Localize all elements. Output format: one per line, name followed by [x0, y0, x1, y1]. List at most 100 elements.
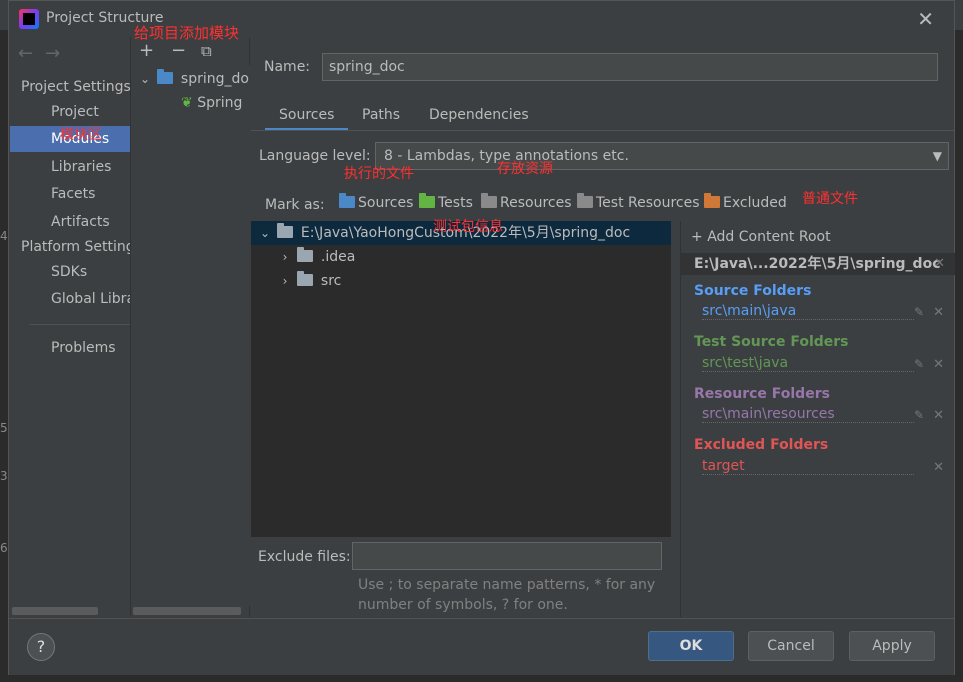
- copy-module-button[interactable]: ⧉: [201, 42, 212, 60]
- module-label: spring_doc: [180, 71, 249, 87]
- exclude-hint: Use ; to separate name patterns, * for a…: [358, 577, 656, 613]
- language-level-label: Language level:: [259, 148, 371, 164]
- gutter-number: 6: [0, 541, 8, 555]
- mark-test-resources-label: Test Resources: [596, 195, 700, 211]
- nav-item-project[interactable]: Project: [10, 99, 130, 125]
- name-label: Name:: [264, 59, 311, 75]
- resource-folder-path: src\main\resources: [702, 406, 914, 423]
- remove-icon[interactable]: ✕: [933, 305, 944, 320]
- source-folder-path: src\main\java: [702, 303, 914, 320]
- folder-label: .idea: [320, 249, 356, 265]
- nav-item-artifacts[interactable]: Artifacts: [10, 209, 130, 235]
- test-folder-path: src\test\java: [702, 355, 914, 372]
- back-forward-arrows[interactable]: ←→: [18, 43, 72, 64]
- tree-item-module[interactable]: ⌄ spring_doc: [131, 67, 249, 91]
- nav-scrollbar[interactable]: [12, 607, 98, 615]
- mark-sources-label: Sources: [358, 195, 414, 211]
- tab-divider: [251, 130, 954, 131]
- mark-tests-button[interactable]: Tests: [419, 193, 473, 211]
- tab-dependencies[interactable]: Dependencies: [415, 103, 543, 131]
- annotation-resources: 存放资源: [497, 161, 553, 177]
- annotation-plain-files: 普通文件: [802, 191, 858, 207]
- annotation-test-info: 测试包信息: [433, 219, 503, 235]
- forward-arrow-icon[interactable]: →: [45, 43, 72, 64]
- chevron-down-icon: ▼: [932, 149, 942, 163]
- close-icon[interactable]: ✕: [917, 7, 934, 31]
- back-arrow-icon[interactable]: ←: [18, 43, 45, 64]
- annotation-modules-area: 模块区: [60, 127, 102, 143]
- nav-group-platform-settings: Platform Settings: [21, 239, 142, 255]
- resource-folders-title: Resource Folders: [694, 386, 830, 402]
- nav-item-problems[interactable]: Problems: [10, 335, 130, 361]
- nav-item-global-libraries[interactable]: Global Libraries: [10, 286, 130, 312]
- remove-icon[interactable]: ✕: [933, 408, 944, 423]
- module-folder-icon: [157, 69, 174, 84]
- excluded-folder-path: target: [702, 458, 914, 475]
- add-content-root-button[interactable]: + Add Content Root: [691, 229, 831, 245]
- chevron-down-icon[interactable]: ⌄: [137, 67, 153, 91]
- gutter-number: 3: [0, 469, 8, 483]
- mark-excluded-button[interactable]: Excluded: [704, 193, 787, 211]
- folder-label: src: [320, 273, 342, 289]
- mark-excluded-label: Excluded: [723, 195, 787, 211]
- content-root-tree: ⌄ E:\Java\YaoHongCustom\2022年\5月\spring_…: [251, 221, 671, 537]
- remove-root-icon[interactable]: ✕: [934, 253, 945, 275]
- edit-pencil-icon[interactable]: ✎: [914, 357, 924, 371]
- ok-button[interactable]: OK: [648, 631, 734, 661]
- project-structure-dialog: Project Structure ✕ ←→ Project Settings …: [8, 0, 955, 675]
- spring-leaf-icon: ❦: [181, 95, 193, 111]
- edit-pencil-icon[interactable]: ✎: [914, 408, 924, 422]
- chevron-right-icon[interactable]: ›: [277, 245, 293, 269]
- folder-icon: [297, 247, 314, 262]
- folder-icon: [277, 223, 294, 238]
- add-module-button[interactable]: +: [139, 40, 154, 61]
- mark-resources-label: Resources: [500, 195, 572, 211]
- module-name-input[interactable]: spring_doc: [322, 53, 938, 81]
- tree-item-spring-facet[interactable]: ❦ Spring: [131, 91, 249, 115]
- module-scrollbar[interactable]: [133, 607, 241, 615]
- chevron-right-icon[interactable]: ›: [277, 269, 293, 293]
- dialog-button-bar: ? OK Cancel Apply: [9, 618, 954, 675]
- nav-group-project-settings: Project Settings: [21, 79, 131, 95]
- help-button[interactable]: ?: [27, 633, 55, 661]
- edit-pencil-icon[interactable]: ✎: [914, 305, 924, 319]
- content-roots-panel: + Add Content Root E:\Java\...2022年\5月\s…: [680, 221, 955, 617]
- content-root-path: E:\Java\...2022年\5月\spring_doc: [694, 256, 941, 272]
- mark-tests-label: Tests: [438, 195, 473, 211]
- resources-folder-icon: [481, 193, 497, 208]
- module-tree: ⌄ spring_doc ❦ Spring: [131, 65, 251, 605]
- nav-divider: [30, 324, 130, 325]
- exclude-files-label: Exclude files:: [258, 549, 351, 565]
- add-content-root-label: Add Content Root: [707, 229, 831, 245]
- mark-test-resources-button[interactable]: Test Resources: [577, 193, 700, 211]
- tab-paths[interactable]: Paths: [348, 103, 414, 131]
- folder-icon: [297, 271, 314, 286]
- facet-label: Spring: [197, 95, 243, 111]
- excluded-folder-icon: [704, 193, 720, 208]
- remove-icon[interactable]: ✕: [933, 460, 944, 475]
- mark-resources-button[interactable]: Resources: [481, 193, 572, 211]
- tree-row-src[interactable]: › src: [251, 269, 671, 293]
- intellij-logo-icon: [19, 9, 39, 29]
- language-level-select[interactable]: 8 - Lambdas, type annotations etc. ▼: [375, 142, 949, 170]
- gutter-number: 4: [0, 229, 8, 243]
- tree-row-idea[interactable]: › .idea: [251, 245, 671, 269]
- gutter-number: 5: [0, 421, 8, 435]
- cancel-button[interactable]: Cancel: [748, 631, 834, 661]
- sources-folder-icon: [339, 193, 355, 208]
- annotation-add-module: 给项目添加模块: [134, 24, 240, 42]
- chevron-down-icon[interactable]: ⌄: [257, 221, 273, 245]
- nav-item-facets[interactable]: Facets: [10, 181, 130, 207]
- apply-button[interactable]: Apply: [849, 631, 935, 661]
- tab-sources[interactable]: Sources: [265, 103, 349, 131]
- nav-item-libraries[interactable]: Libraries: [10, 154, 130, 180]
- nav-item-sdks[interactable]: SDKs: [10, 259, 130, 285]
- source-folders-title: Source Folders: [694, 283, 812, 299]
- mark-sources-button[interactable]: Sources: [339, 193, 414, 211]
- remove-icon[interactable]: ✕: [933, 357, 944, 372]
- mark-as-label: Mark as:: [265, 197, 325, 213]
- tests-folder-icon: [419, 193, 435, 208]
- exclude-files-input[interactable]: [352, 542, 662, 570]
- remove-module-button[interactable]: −: [171, 40, 186, 61]
- plus-icon: +: [691, 229, 708, 245]
